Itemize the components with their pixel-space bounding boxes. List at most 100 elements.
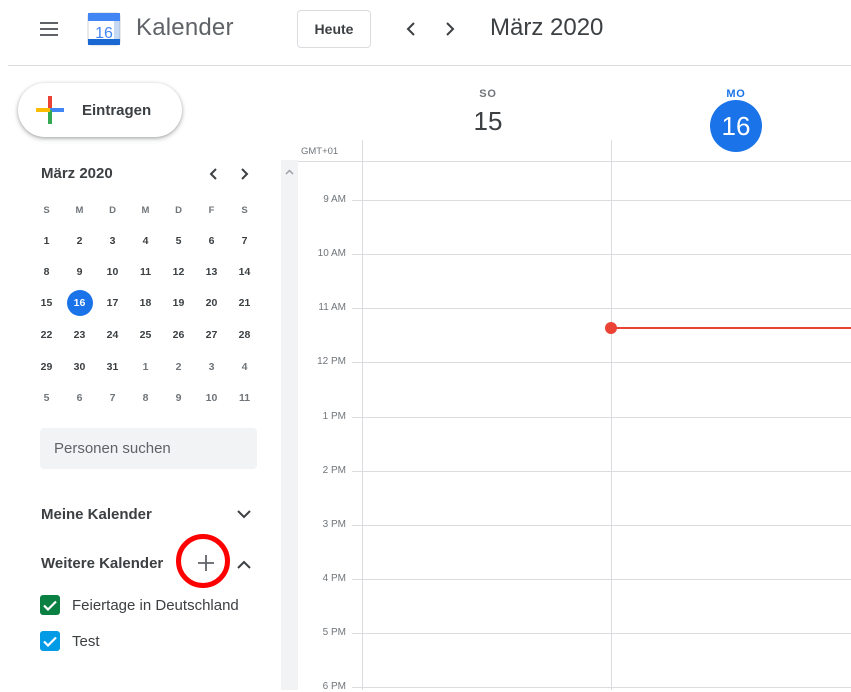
menu-bar bbox=[40, 28, 58, 30]
mini-day[interactable]: 22 bbox=[30, 319, 63, 351]
create-event-button[interactable]: Eintragen bbox=[18, 83, 182, 137]
chevron-up-icon bbox=[285, 169, 294, 175]
mini-day-next-month[interactable]: 3 bbox=[195, 351, 228, 383]
app-title: Kalender bbox=[136, 14, 234, 41]
mini-day[interactable]: 19 bbox=[162, 287, 195, 319]
mini-day[interactable]: 17 bbox=[96, 287, 129, 319]
create-button-label: Eintragen bbox=[82, 102, 152, 119]
mini-day[interactable]: 25 bbox=[129, 319, 162, 351]
scrollbar-track[interactable] bbox=[281, 160, 298, 690]
mini-day[interactable]: 31 bbox=[96, 351, 129, 383]
header-divider bbox=[8, 65, 851, 66]
grid-vertical-line bbox=[362, 140, 363, 690]
hour-line bbox=[352, 687, 851, 688]
grid-vertical-line bbox=[611, 140, 612, 690]
mini-day-next-month[interactable]: 6 bbox=[63, 382, 96, 414]
mini-day-next-month[interactable]: 8 bbox=[129, 382, 162, 414]
people-search-input[interactable] bbox=[40, 428, 257, 469]
mini-day-next-month[interactable]: 9 bbox=[162, 382, 195, 414]
weekday-label: S bbox=[241, 204, 248, 216]
mini-calendar-prev-button[interactable] bbox=[204, 165, 222, 183]
timezone-label: GMT+01 bbox=[301, 146, 339, 157]
day-number[interactable]: 15 bbox=[438, 106, 538, 137]
mini-day-next-month[interactable]: 10 bbox=[195, 382, 228, 414]
mini-day[interactable]: 3 bbox=[96, 225, 129, 257]
mini-day-next-month[interactable]: 11 bbox=[228, 382, 261, 414]
hour-label: 4 PM bbox=[322, 573, 346, 584]
hour-line bbox=[352, 417, 851, 418]
mini-day-next-month[interactable]: 4 bbox=[228, 351, 261, 383]
mini-day-today[interactable]: 16 bbox=[63, 287, 96, 319]
mini-day-next-month[interactable]: 2 bbox=[162, 351, 195, 383]
add-other-calendar-button[interactable] bbox=[194, 551, 218, 575]
hour-label: 5 PM bbox=[322, 627, 346, 638]
my-calendars-heading[interactable]: Meine Kalender bbox=[41, 506, 152, 523]
mini-day[interactable]: 12 bbox=[162, 256, 195, 288]
hour-label: 10 AM bbox=[317, 248, 346, 259]
mini-day[interactable]: 9 bbox=[63, 256, 96, 288]
mini-day[interactable]: 7 bbox=[228, 225, 261, 257]
mini-day-next-month[interactable]: 1 bbox=[129, 351, 162, 383]
plus-icon bbox=[198, 555, 214, 571]
previous-period-button[interactable] bbox=[400, 18, 422, 40]
mini-day[interactable]: 13 bbox=[195, 256, 228, 288]
scroll-up-button[interactable] bbox=[284, 165, 295, 176]
main-menu-button[interactable] bbox=[38, 20, 60, 38]
mini-day[interactable]: 20 bbox=[195, 287, 228, 319]
other-calendars-heading[interactable]: Weitere Kalender bbox=[41, 555, 163, 572]
mini-day[interactable]: 14 bbox=[228, 256, 261, 288]
hour-line bbox=[352, 200, 851, 201]
today-marker: 16 bbox=[66, 290, 93, 316]
mini-day[interactable]: 30 bbox=[63, 351, 96, 383]
mini-day[interactable]: 28 bbox=[228, 319, 261, 351]
hour-label: 6 PM bbox=[322, 681, 346, 692]
checkbox-checked-icon[interactable] bbox=[40, 631, 60, 651]
hour-line bbox=[352, 254, 851, 255]
hour-line bbox=[352, 362, 851, 363]
mini-day[interactable]: 15 bbox=[30, 287, 63, 319]
mini-day[interactable]: 1 bbox=[30, 225, 63, 257]
day-header-sunday[interactable]: SO 15 bbox=[438, 88, 538, 137]
my-calendars-toggle[interactable] bbox=[234, 504, 254, 524]
mini-day[interactable]: 23 bbox=[63, 319, 96, 351]
mini-day[interactable]: 11 bbox=[129, 256, 162, 288]
mini-day[interactable]: 5 bbox=[162, 225, 195, 257]
mini-day[interactable]: 6 bbox=[195, 225, 228, 257]
checkbox-checked-icon[interactable] bbox=[40, 595, 60, 615]
today-button[interactable]: Heute bbox=[297, 10, 371, 48]
next-period-button[interactable] bbox=[439, 18, 461, 40]
hour-label: 2 PM bbox=[322, 465, 346, 476]
current-time-dot bbox=[605, 322, 617, 334]
current-period-title: März 2020 bbox=[490, 14, 604, 41]
menu-bar bbox=[40, 22, 58, 24]
mini-day-next-month[interactable]: 7 bbox=[96, 382, 129, 414]
other-calendars-toggle[interactable] bbox=[234, 554, 254, 574]
calendar-item-feiertage[interactable]: Feiertage in Deutschland bbox=[40, 594, 239, 616]
mini-day-next-month[interactable]: 5 bbox=[30, 382, 63, 414]
mini-day[interactable]: 24 bbox=[96, 319, 129, 351]
mini-day[interactable]: 18 bbox=[129, 287, 162, 319]
day-header-monday[interactable]: MO 16 bbox=[686, 88, 786, 152]
chevron-up-icon bbox=[237, 560, 251, 569]
mini-day[interactable]: 2 bbox=[63, 225, 96, 257]
weekday-label: M bbox=[75, 204, 84, 216]
mini-calendar-next-button[interactable] bbox=[236, 165, 254, 183]
menu-bar bbox=[40, 34, 58, 36]
day-of-week-label: SO bbox=[479, 88, 497, 100]
chevron-left-icon bbox=[406, 22, 415, 36]
weekday-label: F bbox=[208, 204, 215, 216]
mini-day[interactable]: 27 bbox=[195, 319, 228, 351]
mini-day[interactable]: 26 bbox=[162, 319, 195, 351]
mini-day[interactable]: 29 bbox=[30, 351, 63, 383]
chevron-down-icon bbox=[237, 509, 251, 518]
today-day-number[interactable]: 16 bbox=[710, 100, 762, 152]
mini-day[interactable]: 10 bbox=[96, 256, 129, 288]
hour-label: 9 AM bbox=[323, 194, 346, 205]
mini-day[interactable]: 8 bbox=[30, 256, 63, 288]
hour-line bbox=[352, 308, 851, 309]
chevron-left-icon bbox=[209, 168, 217, 180]
mini-day[interactable]: 21 bbox=[228, 287, 261, 319]
chevron-right-icon bbox=[446, 22, 455, 36]
calendar-item-test[interactable]: Test bbox=[40, 630, 100, 652]
mini-day[interactable]: 4 bbox=[129, 225, 162, 257]
